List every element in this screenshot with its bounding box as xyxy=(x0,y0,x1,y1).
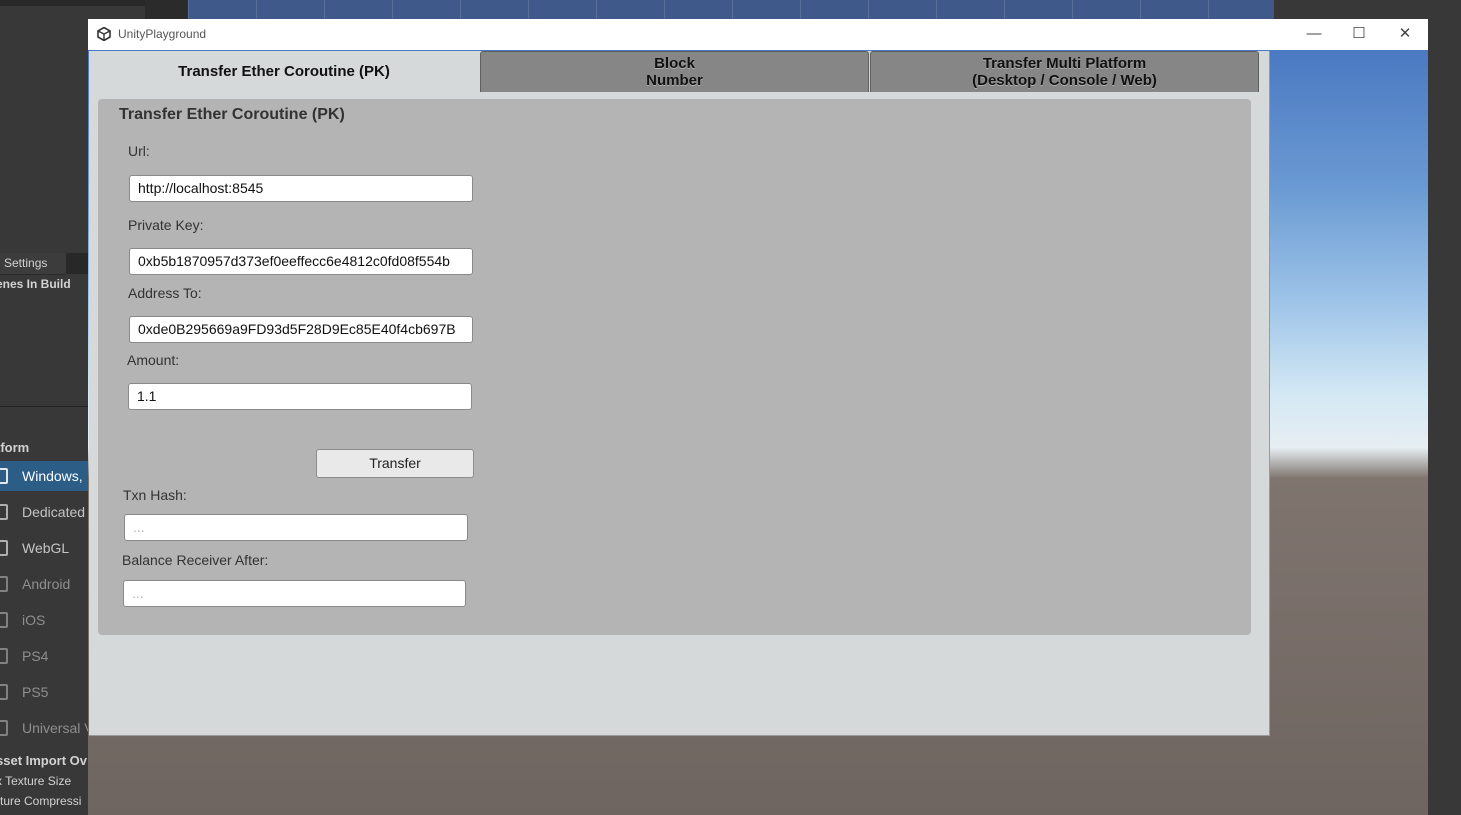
monitor-icon xyxy=(0,468,8,484)
txn-hash-label: Txn Hash: xyxy=(123,487,187,503)
amount-label: Amount: xyxy=(127,352,180,368)
txn-hash-output[interactable]: ... xyxy=(124,514,468,541)
android-icon xyxy=(0,576,8,592)
windows-logo-icon xyxy=(0,720,8,736)
platform-label: PS5 xyxy=(22,684,49,700)
scene-toolbar xyxy=(145,0,188,19)
tab-block-number[interactable]: Block Number xyxy=(480,51,869,92)
editor-top-bar xyxy=(0,0,145,6)
tab-label: Transfer Ether Coroutine (PK) xyxy=(178,63,390,80)
tab-label-line2: Number xyxy=(646,72,703,89)
tab-transfer-multi-platform[interactable]: Transfer Multi Platform (Desktop / Conso… xyxy=(870,51,1259,92)
form-title: Transfer Ether Coroutine (PK) xyxy=(119,106,345,123)
platform-label: Android xyxy=(22,576,71,592)
ps4-icon xyxy=(0,648,8,664)
window-title: UnityPlayground xyxy=(118,27,207,41)
platform-universal[interactable]: Universal V xyxy=(0,713,88,743)
platform-windows[interactable]: Windows, xyxy=(0,461,88,491)
amount-input[interactable]: 1.1 xyxy=(128,383,472,410)
build-settings-tab[interactable]: d Settings xyxy=(0,253,66,275)
unity-logo-icon xyxy=(97,27,111,41)
url-input[interactable]: http://localhost:8545 xyxy=(129,175,473,202)
private-key-input[interactable]: 0xb5b1870957d373ef0eeffecc6e4812c0fd08f5… xyxy=(129,248,473,275)
maximize-button[interactable]: ☐ xyxy=(1336,19,1382,49)
balance-receiver-label: Balance Receiver After: xyxy=(122,552,269,568)
platform-webgl[interactable]: WebGL xyxy=(0,533,88,563)
server-icon xyxy=(0,504,8,520)
platform-ps5[interactable]: PS5 xyxy=(0,677,88,707)
platform-label: PS4 xyxy=(22,648,49,664)
close-button[interactable]: ✕ xyxy=(1382,19,1428,49)
platform-android[interactable]: Android xyxy=(0,569,88,599)
gui-panel: Transfer Ether Coroutine (PK) Block Numb… xyxy=(89,51,1270,736)
tab-label-line1: Block xyxy=(654,55,695,72)
balance-receiver-output[interactable]: ... xyxy=(123,580,466,607)
platform-label: Dedicated xyxy=(22,504,86,520)
platform-label: Windows, xyxy=(22,468,83,484)
panel-divider xyxy=(0,406,88,407)
platform-title: tform xyxy=(0,440,30,455)
texture-compression-label: xture Compressi xyxy=(0,794,82,808)
address-to-input[interactable]: 0xde0B295669a9FD93d5F28D9Ec85E40f4cb697B xyxy=(129,316,473,343)
transfer-button[interactable]: Transfer xyxy=(316,449,474,478)
scene-grid xyxy=(188,0,1274,19)
ios-icon xyxy=(0,612,8,628)
tab-transfer-ether-coroutine[interactable]: Transfer Ether Coroutine (PK) xyxy=(89,51,479,92)
platform-ios[interactable]: iOS xyxy=(0,605,88,635)
minimize-button[interactable]: — xyxy=(1291,19,1337,49)
tab-label-line2: (Desktop / Console / Web) xyxy=(972,72,1157,89)
platform-ps4[interactable]: PS4 xyxy=(0,641,88,671)
asset-import-overrides-label: sset Import Ov xyxy=(0,753,88,768)
url-label: Url: xyxy=(128,143,150,159)
platform-label: WebGL xyxy=(22,540,70,556)
platform-label: Universal V xyxy=(22,720,88,736)
html5-icon xyxy=(0,540,8,556)
max-texture-size-label: x Texture Size xyxy=(0,774,72,788)
ps5-icon xyxy=(0,684,8,700)
tab-strip xyxy=(66,253,88,274)
transfer-form-box: Transfer Ether Coroutine (PK) Url: http:… xyxy=(98,99,1251,635)
scenes-in-build-label: enes In Build xyxy=(0,277,71,291)
platform-dedicated[interactable]: Dedicated xyxy=(0,497,88,527)
unity-playground-window: UnityPlayground — ☐ ✕ Transfer Ether Cor… xyxy=(88,19,1428,815)
tab-label-line1: Transfer Multi Platform xyxy=(982,55,1147,72)
private-key-label: Private Key: xyxy=(128,217,204,233)
platform-label: iOS xyxy=(22,612,46,628)
address-to-label: Address To: xyxy=(128,285,202,301)
title-bar: UnityPlayground — ☐ ✕ xyxy=(88,19,1428,51)
